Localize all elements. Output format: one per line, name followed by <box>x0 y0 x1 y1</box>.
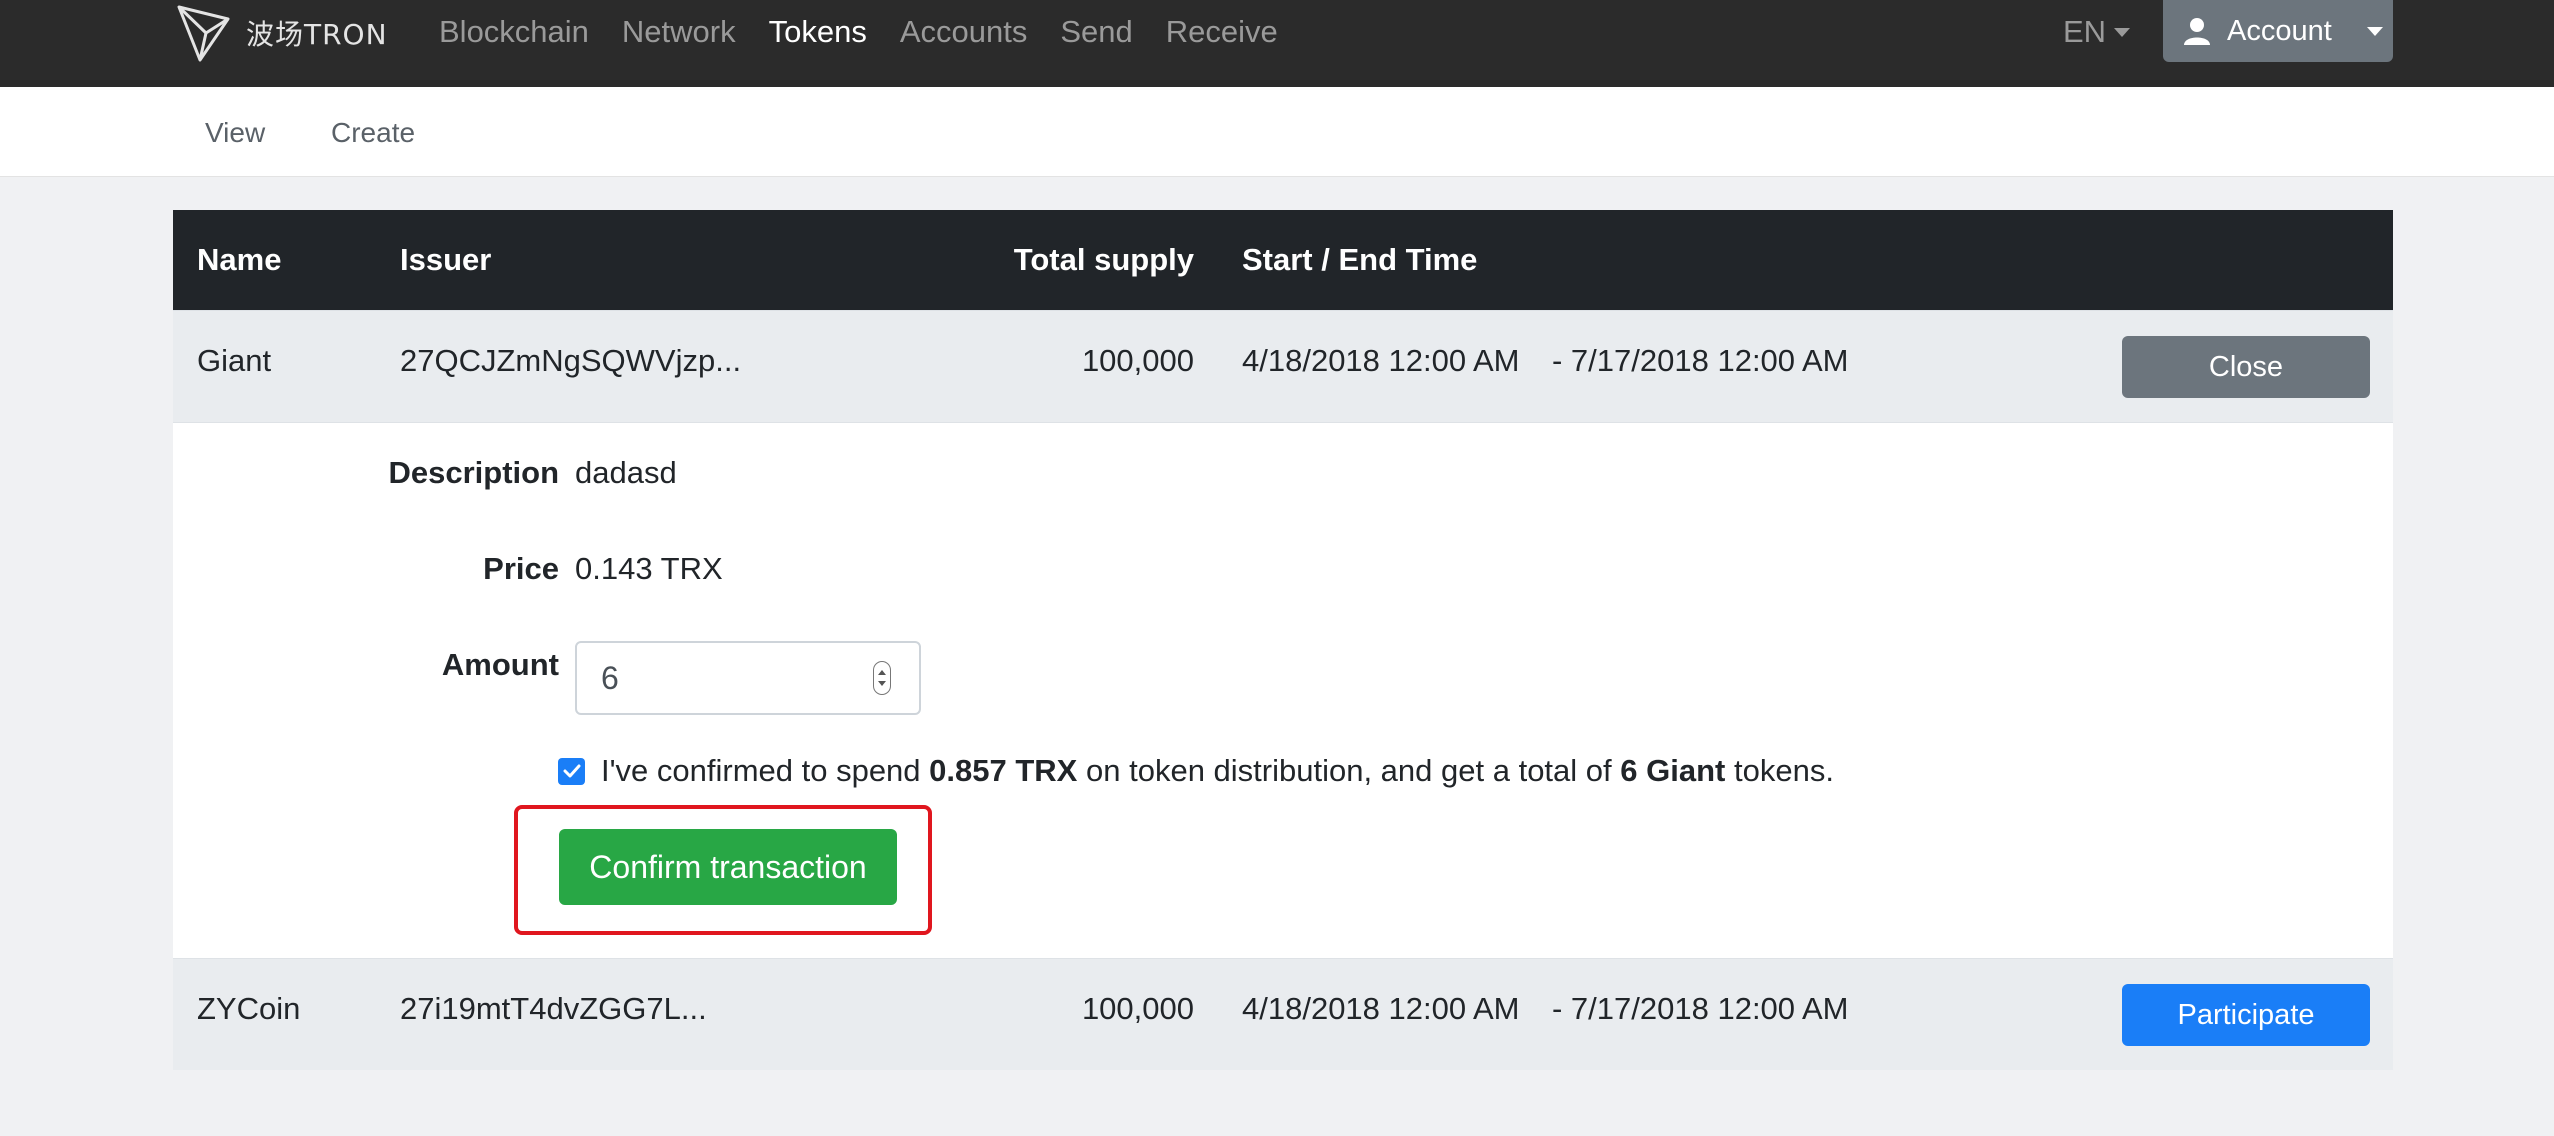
token-issuer: 27QCJZmNgSQWVjzp... <box>400 343 742 378</box>
checkmark-icon <box>563 764 580 778</box>
description-label: Description <box>388 455 559 490</box>
confirm-text-prefix: I've confirmed to spend <box>601 753 921 788</box>
price-value: 0.143 TRX <box>575 551 723 586</box>
token-total-supply: 100,000 <box>1081 991 1194 1026</box>
confirm-token-total: 6 Giant <box>1620 753 1726 788</box>
amount-field[interactable] <box>575 641 921 715</box>
header-name: Name <box>197 242 282 277</box>
nav-network[interactable]: Network <box>622 14 736 50</box>
token-start-time: 4/18/2018 12:00 AM <box>1242 343 1520 378</box>
table-row: ZYCoin 27i19mtT4dvZGG7L... 100,000 4/18/… <box>173 958 2393 1070</box>
token-issuer: 27i19mtT4dvZGG7L... <box>400 991 707 1026</box>
chevron-down-icon <box>2114 27 2131 37</box>
spinner-arrows-icon[interactable] <box>873 661 891 695</box>
table-header: Name Issuer Total supply Start / End Tim… <box>173 210 2393 310</box>
nav-accounts[interactable]: Accounts <box>900 14 1028 50</box>
table-row: Giant 27QCJZmNgSQWVjzp... 100,000 4/18/2… <box>173 310 2393 422</box>
token-end-time: - 7/17/2018 12:00 AM <box>1552 991 1849 1026</box>
tron-logo[interactable]: 波场TRON <box>176 2 388 64</box>
confirm-text-middle: on token distribution, and get a total o… <box>1086 753 1612 788</box>
token-detail-panel: Description dadasd Price 0.143 TRX Amoun… <box>173 422 2393 958</box>
token-name: Giant <box>197 343 272 378</box>
language-dropdown[interactable]: EN <box>2063 0 2131 64</box>
confirm-checkbox-row: I've confirmed to spend 0.857 TRX on tok… <box>558 753 1834 789</box>
confirm-text-suffix: tokens. <box>1733 753 1834 788</box>
main-nav: Blockchain Network Tokens Accounts Send … <box>439 0 1311 64</box>
tron-logo-icon <box>177 5 230 62</box>
header-time: Start / End Time <box>1242 242 1478 277</box>
account-label: Account <box>2227 14 2332 47</box>
token-name: ZYCoin <box>197 991 301 1026</box>
chevron-down-icon <box>2367 26 2383 36</box>
sub-navbar: View Create <box>0 87 2554 177</box>
token-total-supply: 100,000 <box>1081 343 1194 378</box>
tokens-table: Name Issuer Total supply Start / End Tim… <box>173 210 2393 1070</box>
subnav-view[interactable]: View <box>205 117 265 149</box>
nav-receive[interactable]: Receive <box>1166 14 1278 50</box>
amount-label: Amount <box>441 647 559 682</box>
subnav-create[interactable]: Create <box>331 117 415 149</box>
top-navbar: 波场TRON Blockchain Network Tokens Account… <box>0 0 2554 87</box>
token-end-time: - 7/17/2018 12:00 AM <box>1552 343 1849 378</box>
confirm-checkbox[interactable] <box>558 757 585 785</box>
account-dropdown-button[interactable]: Account <box>2163 0 2393 62</box>
user-icon <box>2183 17 2211 45</box>
header-issuer: Issuer <box>400 242 492 277</box>
nav-send[interactable]: Send <box>1060 14 1132 50</box>
confirm-transaction-button[interactable]: Confirm transaction <box>559 829 897 905</box>
token-start-time: 4/18/2018 12:00 AM <box>1242 991 1520 1026</box>
language-label: EN <box>2063 14 2107 49</box>
price-label: Price <box>483 551 559 586</box>
participate-button[interactable]: Participate <box>2122 984 2370 1046</box>
nav-tokens[interactable]: Tokens <box>769 14 867 50</box>
amount-input[interactable] <box>601 659 841 697</box>
description-value: dadasd <box>575 455 677 490</box>
close-button[interactable]: Close <box>2122 336 2370 398</box>
confirm-spend-amount: 0.857 TRX <box>929 753 1078 788</box>
nav-blockchain[interactable]: Blockchain <box>439 14 589 50</box>
header-total-supply: Total supply <box>1013 242 1194 277</box>
logo-text: 波场TRON <box>246 18 388 51</box>
